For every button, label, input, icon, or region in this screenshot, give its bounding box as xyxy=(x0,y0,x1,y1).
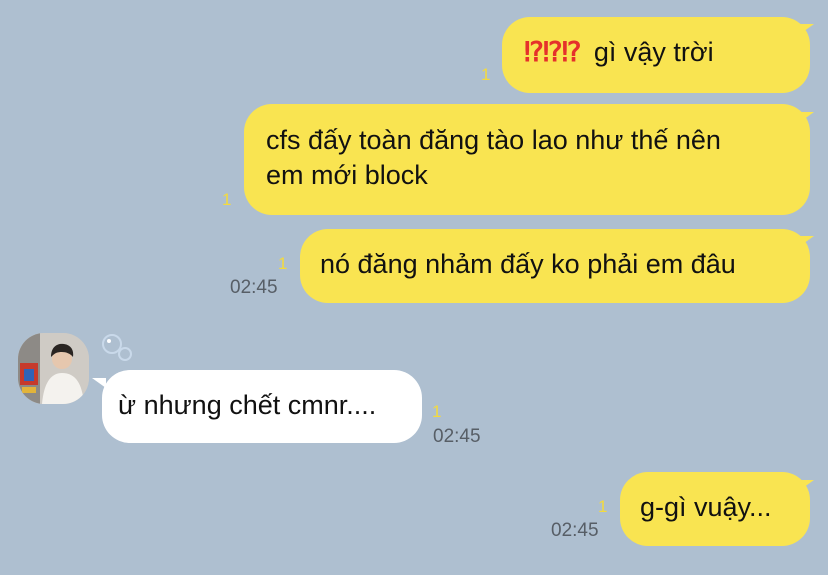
profile-photo xyxy=(18,333,89,404)
message-text: g-gì vuậy... xyxy=(640,492,772,522)
read-count: 1 xyxy=(222,190,232,209)
message-bubble-outgoing[interactable]: nó đăng nhảm đấy ko phải em đâu xyxy=(300,229,810,303)
timestamp: 02:45 xyxy=(551,520,599,541)
message-bubble-outgoing[interactable]: cfs đấy toàn đăng tào lao như thế nên em… xyxy=(244,104,810,215)
exclamation-question-emoji: ⁉⁉⁉ xyxy=(524,37,581,67)
message-text: nó đăng nhảm đấy ko phải em đâu xyxy=(320,249,736,279)
message-bubble-incoming[interactable]: ừ nhưng chết cmnr.... xyxy=(102,370,422,443)
read-count: 1 xyxy=(278,254,288,273)
message-bubble-outgoing[interactable]: ⁉⁉⁉ gì vậy trời xyxy=(502,17,810,93)
bubble-tail xyxy=(800,480,814,490)
timestamp: 02:45 xyxy=(230,277,278,298)
avatar[interactable] xyxy=(18,333,89,404)
read-count: 1 xyxy=(432,402,442,421)
bubble-tail xyxy=(92,378,106,388)
message-text: gì vậy trời xyxy=(593,37,714,67)
read-count: 1 xyxy=(481,65,491,84)
message-text: ừ nhưng chết cmnr.... xyxy=(118,390,377,420)
bubble-tail xyxy=(800,112,814,122)
message-text-line-2: em mới block xyxy=(266,160,428,190)
bubble-tail xyxy=(800,236,814,246)
soap-bubbles-icon xyxy=(102,334,132,361)
message-bubble-outgoing[interactable]: g-gì vuậy... xyxy=(620,472,810,546)
message-text-line-1: cfs đấy toàn đăng tào lao như thế nên xyxy=(266,125,721,155)
timestamp: 02:45 xyxy=(433,426,481,447)
read-count: 1 xyxy=(598,497,608,516)
bubble-tail xyxy=(800,24,814,34)
